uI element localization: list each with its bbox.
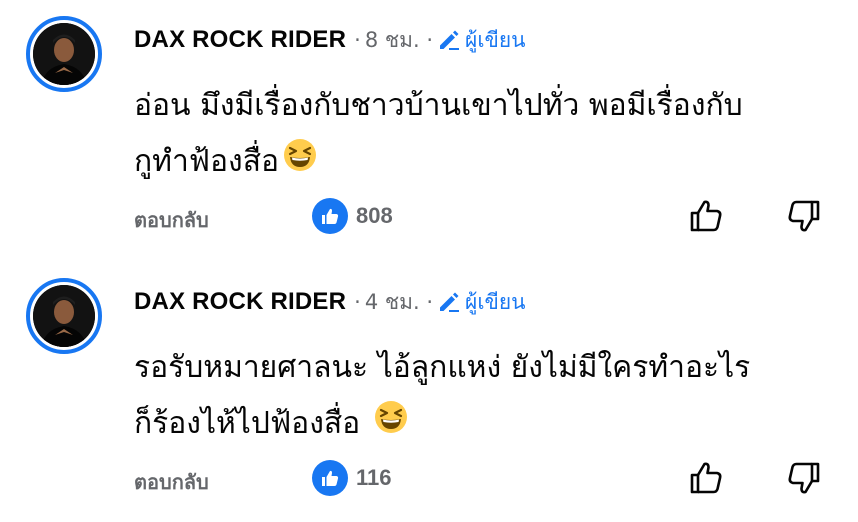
comment: DAX ROCK RIDER · 8 ชม. · ผู้เขียน อ่อน มึ… [0,0,858,260]
pencil-icon [440,30,460,50]
like-count: 116 [356,465,392,490]
author-badge: ผู้เขียน [437,24,526,57]
comment-text: รอรับหมายศาลนะ ไอ้ลูกแหง่ ยังไม่มีใครทำอ… [134,340,834,453]
comment-text-line: กูทำฟ้องสื่อ [134,134,834,191]
author-name[interactable]: DAX ROCK RIDER [134,26,346,54]
thumbs-down-icon[interactable] [784,196,824,240]
grinning-squinting-face-icon [374,397,408,453]
like-reaction-icon [312,198,348,234]
author-name[interactable]: DAX ROCK RIDER [134,288,346,316]
pencil-icon [440,292,460,312]
comment-actions: ตอบกลับ 116 [134,460,834,500]
thumbs-up-icon[interactable] [686,458,726,502]
timestamp[interactable]: 4 ชม. [365,290,420,314]
comment-header: DAX ROCK RIDER · 4 ชม. · ผู้เขียน [134,284,526,320]
avatar[interactable] [26,16,102,92]
avatar[interactable] [26,278,102,354]
reaction-summary[interactable]: 808 [312,198,393,234]
comment-text: อ่อน มึงมีเรื่องกับชาวบ้านเขาไปทั่ว พอมี… [134,78,834,191]
comment-actions: ตอบกลับ 808 [134,198,834,238]
comment: DAX ROCK RIDER · 4 ชม. · ผู้เขียน รอรับหม… [0,262,858,522]
like-count: 808 [356,203,393,228]
reaction-summary[interactable]: 116 [312,460,392,496]
comment-meta: · 4 ชม. · [354,289,434,314]
reply-button[interactable]: ตอบกลับ [134,204,209,236]
comment-text-line: อ่อน มึงมีเรื่องกับชาวบ้านเขาไปทั่ว พอมี… [134,88,743,123]
comment-meta: · 8 ชม. · [354,27,434,52]
like-reaction-icon [312,460,348,496]
comment-text-line: ก็ร้องไห้ไปฟ้องสื่อ [134,396,834,453]
timestamp[interactable]: 8 ชม. [365,28,420,52]
author-badge-label: ผู้เขียน [465,27,526,52]
author-badge: ผู้เขียน [437,286,526,319]
thumbs-up-icon[interactable] [686,196,726,240]
reply-button[interactable]: ตอบกลับ [134,466,209,498]
comment-text-line: รอรับหมายศาลนะ ไอ้ลูกแหง่ ยังไม่มีใครทำอ… [134,350,751,385]
author-badge-label: ผู้เขียน [465,289,526,314]
thumbs-down-icon[interactable] [784,458,824,502]
comment-header: DAX ROCK RIDER · 8 ชม. · ผู้เขียน [134,22,526,58]
grinning-squinting-face-icon [283,135,317,191]
